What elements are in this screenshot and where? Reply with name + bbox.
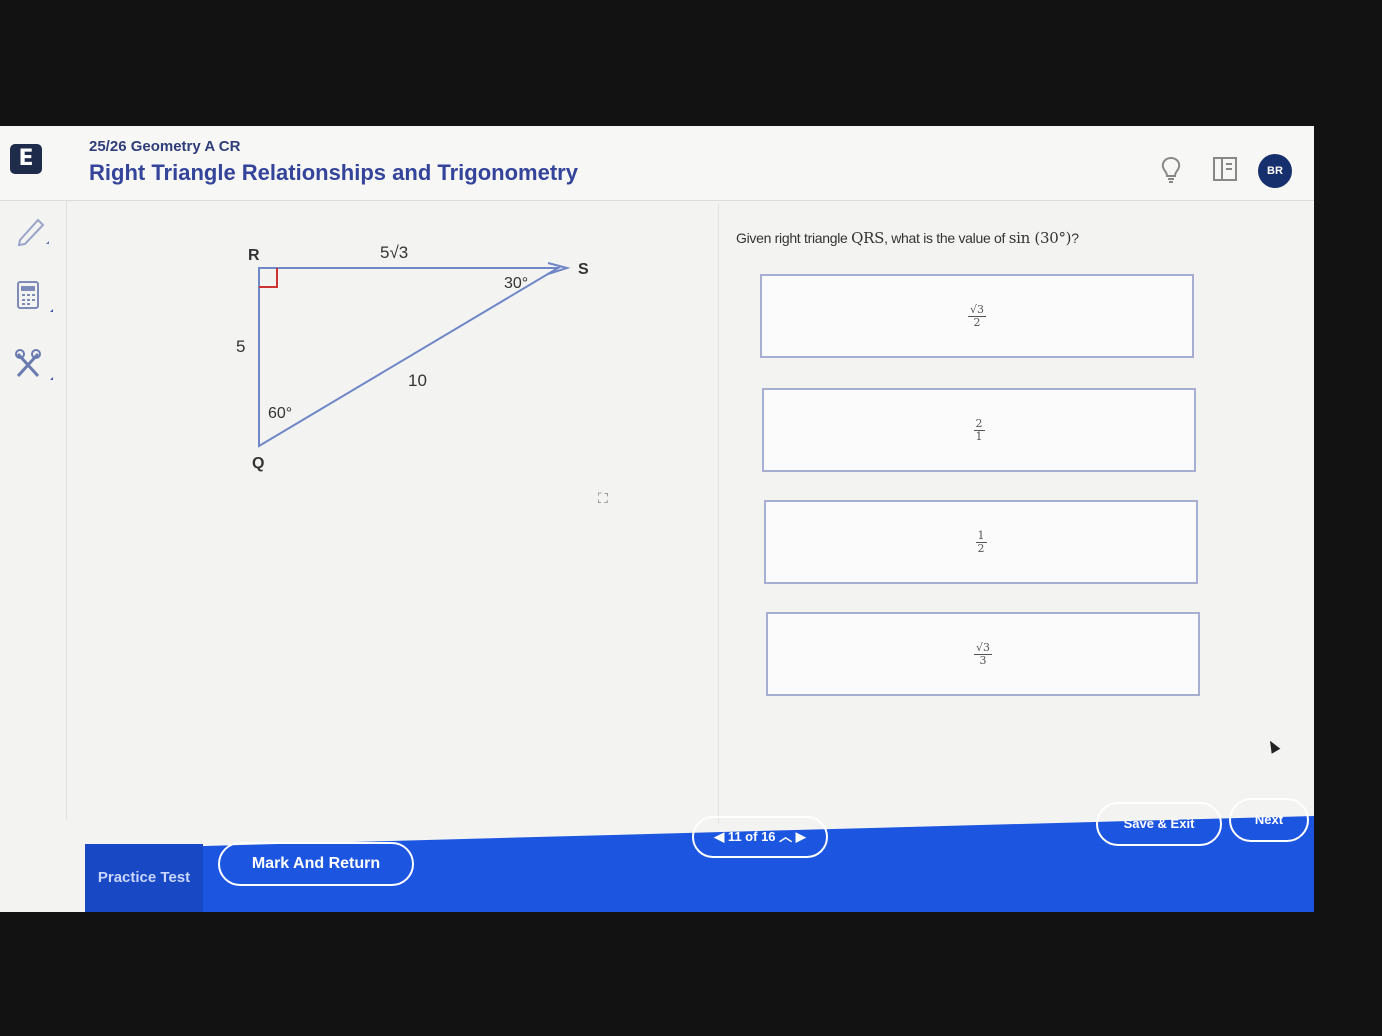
prev-arrow-icon[interactable]: ◀ (714, 829, 724, 844)
unit-title: Right Triangle Relationships and Trigono… (89, 160, 578, 185)
answer-choice-c[interactable]: 1 2 (764, 500, 1198, 584)
pen-icon[interactable] (12, 210, 52, 255)
header-bar: E 25/26 Geometry A CR Right Triangle Rel… (0, 126, 1314, 201)
pane-divider (718, 204, 719, 824)
figure-pane: R S Q 5√3 5 10 30° 60° ⛶ (68, 200, 718, 800)
footer-bar: Practice Test Mark And Return ◀ 11 of 16… (0, 798, 1314, 912)
question-navigator[interactable]: ◀ 11 of 16 ︿ ▶ (692, 816, 828, 858)
angle-s-label: 30° (504, 275, 528, 292)
choice-b-numerator: 2 (973, 416, 985, 431)
question-prompt: Given right triangle QRS, what is the va… (736, 229, 1079, 247)
side-rs-label: 5√3 (380, 243, 408, 262)
expand-icon[interactable]: ⛶ (598, 490, 608, 507)
practice-test-label: Practice Test (85, 844, 203, 912)
user-avatar[interactable]: BR (1258, 154, 1292, 188)
question-triangle: QRS (851, 229, 885, 247)
calculator-icon[interactable] (12, 278, 56, 323)
choice-b-denominator: 1 (975, 429, 983, 443)
reference-sheet-icon[interactable] (1212, 156, 1238, 187)
app-logo: E (10, 144, 42, 174)
question-progress: 11 of 16 (727, 829, 776, 844)
question-middle: , what is the value of (884, 230, 1009, 246)
answer-choice-a[interactable]: √3 2 (760, 274, 1194, 358)
choice-b-fraction: 2 1 (973, 416, 985, 443)
triangle-qrs (258, 267, 562, 448)
question-suffix: ? (1071, 230, 1079, 246)
vertex-r-label: R (248, 247, 260, 264)
question-expression: sin (30°) (1008, 229, 1072, 247)
tool-sidebar (0, 200, 67, 820)
side-qs-label: 10 (408, 371, 427, 390)
chevron-up-icon[interactable]: ︿ (779, 829, 792, 844)
answer-choice-d[interactable]: √3 3 (766, 612, 1200, 696)
tools-icon[interactable] (12, 346, 56, 391)
next-arrow-icon[interactable]: ▶ (796, 829, 806, 844)
vertex-s-label: S (578, 261, 589, 278)
question-prefix: Given right triangle (736, 230, 852, 246)
choice-c-denominator: 2 (977, 541, 985, 555)
mark-and-return-button[interactable]: Mark And Return (218, 842, 414, 886)
choice-a-numerator: √3 (967, 302, 986, 317)
next-button[interactable]: Next (1229, 798, 1309, 842)
triangle-figure: R S Q 5√3 5 10 30° 60° (236, 243, 589, 472)
choice-d-denominator: 3 (979, 653, 987, 667)
choice-d-numerator: √3 (973, 640, 992, 655)
choice-d-fraction: √3 3 (973, 640, 992, 667)
save-and-exit-button[interactable]: Save & Exit (1096, 802, 1222, 846)
choice-c-numerator: 1 (975, 528, 987, 543)
side-rq-label: 5 (236, 337, 245, 356)
choice-a-fraction: √3 2 (967, 302, 986, 329)
lightbulb-icon[interactable] (1160, 156, 1182, 189)
app-window: E 25/26 Geometry A CR Right Triangle Rel… (0, 126, 1314, 912)
vertex-q-label: Q (252, 455, 264, 472)
course-name: 25/26 Geometry A CR (89, 138, 241, 155)
choice-a-denominator: 2 (973, 315, 981, 329)
right-angle-marker (259, 268, 278, 288)
answer-choice-b[interactable]: 2 1 (762, 388, 1196, 472)
choice-c-fraction: 1 2 (975, 528, 987, 555)
angle-q-label: 60° (268, 405, 292, 422)
